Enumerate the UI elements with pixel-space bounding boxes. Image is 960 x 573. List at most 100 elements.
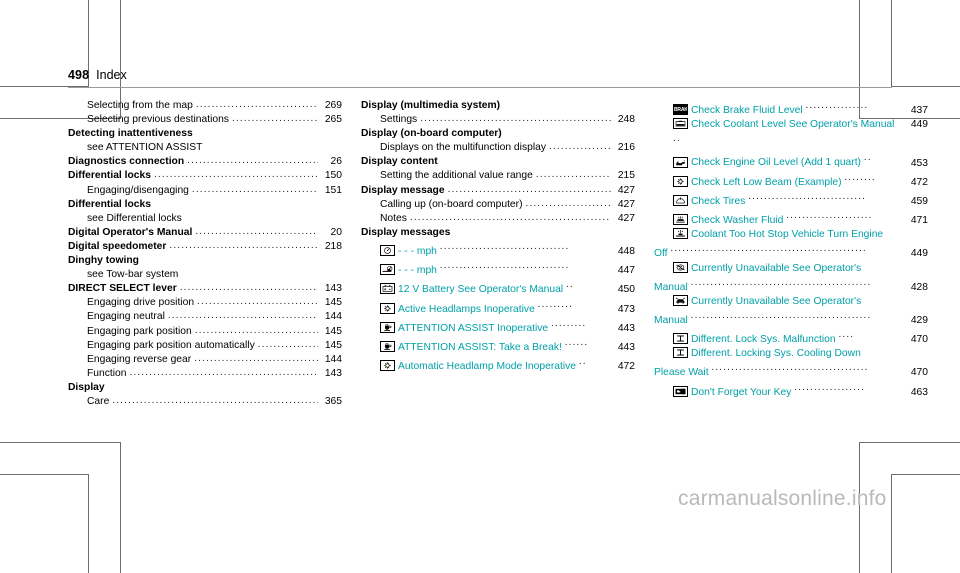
dot-leader: .............................. bbox=[748, 190, 867, 202]
index-entry-main[interactable]: Display content bbox=[361, 155, 635, 169]
index-see-reference: see Tow-bar system bbox=[87, 269, 179, 281]
display-message-entry[interactable]: Automatic Headlamp Mode Inoperative .. 47… bbox=[361, 355, 635, 374]
display-message-entry[interactable]: Currently Unavailable See Operator's Man… bbox=[654, 294, 928, 328]
display-message-entry[interactable]: ATTENTION ASSIST: Take a Break! ...... 44… bbox=[361, 336, 635, 355]
page-header: 498 Index bbox=[68, 68, 892, 88]
display-message-entry[interactable]: Active Headlamps Inoperative ......... 47… bbox=[361, 298, 635, 317]
display-message-label: Please Wait bbox=[654, 367, 712, 379]
display-message-line: Check Left Low Beam (Example) ........ bbox=[654, 171, 902, 190]
index-entry-sub[interactable]: Engaging reverse gear 144 bbox=[68, 353, 342, 367]
display-message-entry[interactable]: ATTENTION ASSIST Inoperative ......... 44… bbox=[361, 317, 635, 336]
index-entry-sub[interactable]: Engaging neutral 144 bbox=[68, 310, 342, 324]
display-message-page-number: 473 bbox=[617, 303, 635, 315]
index-entry-main[interactable]: Digital speedometer 218 bbox=[68, 240, 342, 254]
display-message-page-number: 470 bbox=[910, 367, 928, 379]
display-message-page-number: 447 bbox=[617, 265, 635, 277]
speedometer-icon bbox=[380, 245, 395, 257]
index-entry-main[interactable]: Differential locks 150 bbox=[68, 169, 342, 183]
dot-leader: ........................................… bbox=[690, 276, 872, 288]
index-entry-main[interactable]: Display (multimedia system) bbox=[361, 99, 635, 113]
dot-leader bbox=[536, 169, 611, 182]
index-entry-main[interactable]: Digital Operator's Manual 20 bbox=[68, 226, 342, 240]
index-entry-main[interactable]: Display message 427 bbox=[361, 184, 635, 198]
display-message-label: Don't Forget Your Key bbox=[691, 386, 795, 398]
headlamp-icon bbox=[380, 360, 395, 372]
dot-leader: ...... bbox=[564, 336, 589, 348]
display-message-entry[interactable]: Don't Forget Your Key ..................… bbox=[654, 381, 928, 400]
index-entry-page-number: 427 bbox=[617, 184, 635, 196]
display-message-entry[interactable]: Check Washer Fluid .....................… bbox=[654, 209, 928, 228]
display-message-entry[interactable]: Check Engine Oil Level (Add 1 quart) .. 4… bbox=[654, 151, 928, 170]
display-message-entry[interactable]: Coolant Too Hot Stop Vehicle Turn Engine… bbox=[654, 228, 928, 261]
index-entry-sub[interactable]: Engaging drive position 145 bbox=[68, 296, 342, 310]
display-message-label: Automatic Headlamp Mode Inoperative bbox=[398, 361, 579, 373]
index-entry-sub[interactable]: Calling up (on-board computer) 427 bbox=[361, 198, 635, 212]
display-message-entry[interactable]: Different. Lock Sys. Malfunction .... 470 bbox=[654, 328, 928, 347]
display-message-entry[interactable]: 12 V Battery See Operator's Manual .. 450 bbox=[361, 278, 635, 297]
dot-leader: ........................................ bbox=[711, 362, 869, 374]
display-message-entry[interactable]: - - - mph ..............................… bbox=[361, 240, 635, 259]
index-entry-main[interactable]: Display messages bbox=[361, 226, 635, 240]
crop-mark-bottom-left-inner bbox=[0, 474, 89, 573]
display-message-line: Check Tires ............................… bbox=[654, 190, 902, 209]
index-entry-page-number: 145 bbox=[324, 325, 342, 337]
display-message-line: Currently Unavailable See Operator's bbox=[654, 261, 902, 276]
headlamp-icon bbox=[380, 302, 395, 314]
index-entry-sub[interactable]: Notes 427 bbox=[361, 212, 635, 226]
index-entry-main[interactable]: Display (on-board computer) bbox=[361, 127, 635, 141]
display-message-line: Different. Lock Sys. Malfunction .... bbox=[654, 328, 902, 347]
index-entry-label: Engaging park position automatically bbox=[87, 339, 255, 351]
index-entry-page-number: 427 bbox=[617, 198, 635, 210]
index-entry-label: Display (on-board computer) bbox=[361, 128, 502, 140]
display-message-label: Check Coolant Level See Operator's Manua… bbox=[691, 119, 895, 131]
index-entry-page-number: 215 bbox=[617, 170, 635, 182]
display-message-line: Different. Locking Sys. Cooling Down bbox=[654, 347, 902, 361]
display-message-entry[interactable]: Currently Unavailable See Operator's Man… bbox=[654, 261, 928, 295]
dot-leader bbox=[420, 113, 611, 126]
display-message-page-number: 443 bbox=[617, 322, 635, 334]
display-message-entry[interactable]: Check Coolant Level See Operator's Manua… bbox=[654, 118, 928, 151]
index-entry-main[interactable]: Detecting inattentiveness bbox=[68, 127, 342, 141]
watermark: carmanualsonline.info bbox=[678, 487, 887, 510]
display-message-line: Active Headlamps Inoperative ......... bbox=[361, 298, 609, 317]
display-message-page-number: 472 bbox=[910, 176, 928, 188]
index-entry-main[interactable]: Diagnostics connection 26 bbox=[68, 155, 342, 169]
coolant-temp-icon bbox=[673, 228, 688, 240]
car-assist-icon bbox=[673, 294, 688, 306]
dot-leader: .................. bbox=[794, 381, 865, 393]
crop-mark-top-right-inner bbox=[891, 0, 960, 87]
display-message-page-number: 449 bbox=[910, 248, 928, 260]
index-entry-label: Detecting inattentiveness bbox=[68, 128, 193, 140]
display-message-entry[interactable]: Different. Locking Sys. Cooling Down Ple… bbox=[654, 347, 928, 380]
display-message-line: ATTENTION ASSIST: Take a Break! ...... bbox=[361, 336, 609, 355]
display-message-label: Manual bbox=[654, 314, 691, 326]
index-entry-label: Dinghy towing bbox=[68, 255, 139, 267]
index-entry-main[interactable]: Differential locks bbox=[68, 198, 342, 212]
index-entry-sub[interactable]: Settings 248 bbox=[361, 113, 635, 127]
dot-leader: .. bbox=[863, 152, 872, 164]
display-message-page-number: 448 bbox=[617, 246, 635, 258]
index-entry-main[interactable]: Dinghy towing bbox=[68, 254, 342, 268]
index-entry-sub[interactable]: Engaging/disengaging 151 bbox=[68, 184, 342, 198]
index-entry-sub[interactable]: Displays on the multifunction display 216 bbox=[361, 141, 635, 155]
index-entry-sub[interactable]: Setting the additional value range 215 bbox=[361, 169, 635, 183]
index-entry-sub[interactable]: Care 365 bbox=[68, 395, 342, 409]
index-entry-label: Display bbox=[68, 381, 105, 393]
index-entry-main[interactable]: DIRECT SELECT lever 143 bbox=[68, 282, 342, 296]
dot-leader: ...................... bbox=[786, 210, 873, 222]
index-entry-label: Notes bbox=[380, 212, 407, 224]
display-message-entry[interactable]: Check Left Low Beam (Example) ........ 47… bbox=[654, 171, 928, 190]
index-entry-sub[interactable]: Engaging park position automatically 145 bbox=[68, 339, 342, 353]
index-entry-sub[interactable]: Selecting from the map 269 bbox=[68, 99, 342, 113]
display-message-entry[interactable]: BRAKECheck Brake Fluid Level ...........… bbox=[654, 99, 928, 118]
index-entry-sub[interactable]: Engaging park position 145 bbox=[68, 325, 342, 339]
index-entry-sub[interactable]: Selecting previous destinations 265 bbox=[68, 113, 342, 127]
key-icon bbox=[673, 385, 688, 397]
display-message-page-number: 449 bbox=[910, 119, 928, 131]
display-message-line: Currently Unavailable See Operator's bbox=[654, 294, 902, 309]
index-entry-label: Display (multimedia system) bbox=[361, 100, 501, 111]
index-entry-main[interactable]: Display bbox=[68, 381, 342, 395]
display-message-entry[interactable]: - - - mph ..............................… bbox=[361, 259, 635, 278]
index-entry-sub[interactable]: Function 143 bbox=[68, 367, 342, 381]
display-message-entry[interactable]: Check Tires ............................… bbox=[654, 190, 928, 209]
